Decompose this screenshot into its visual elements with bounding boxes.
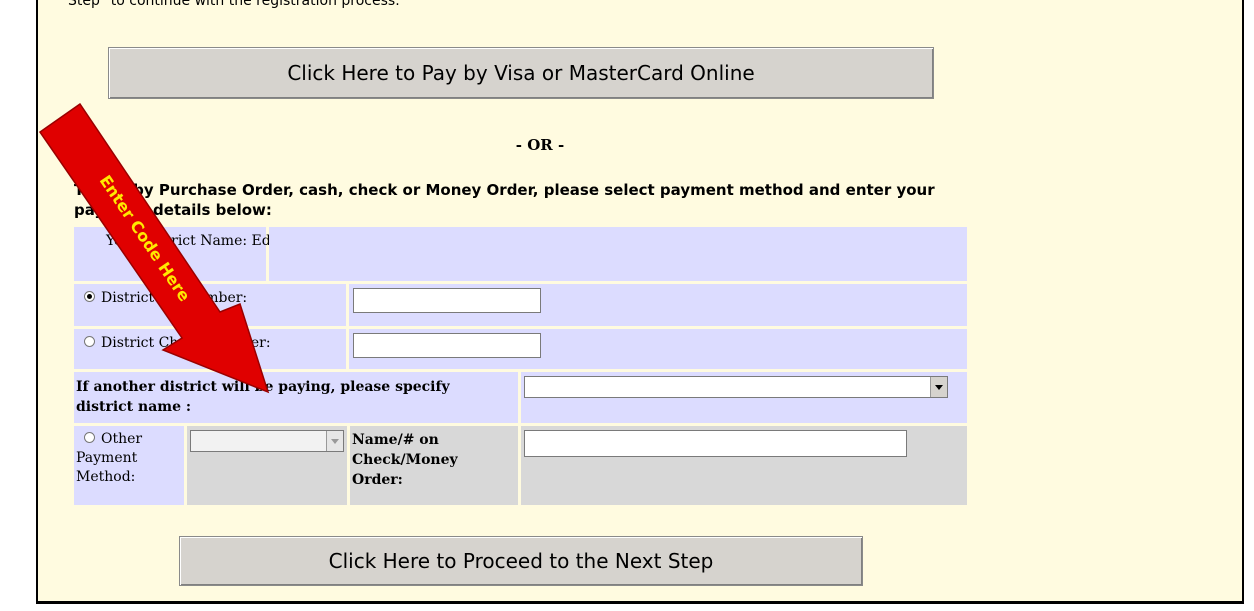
- annotation-arrow: Enter Code Here: [38, 102, 270, 394]
